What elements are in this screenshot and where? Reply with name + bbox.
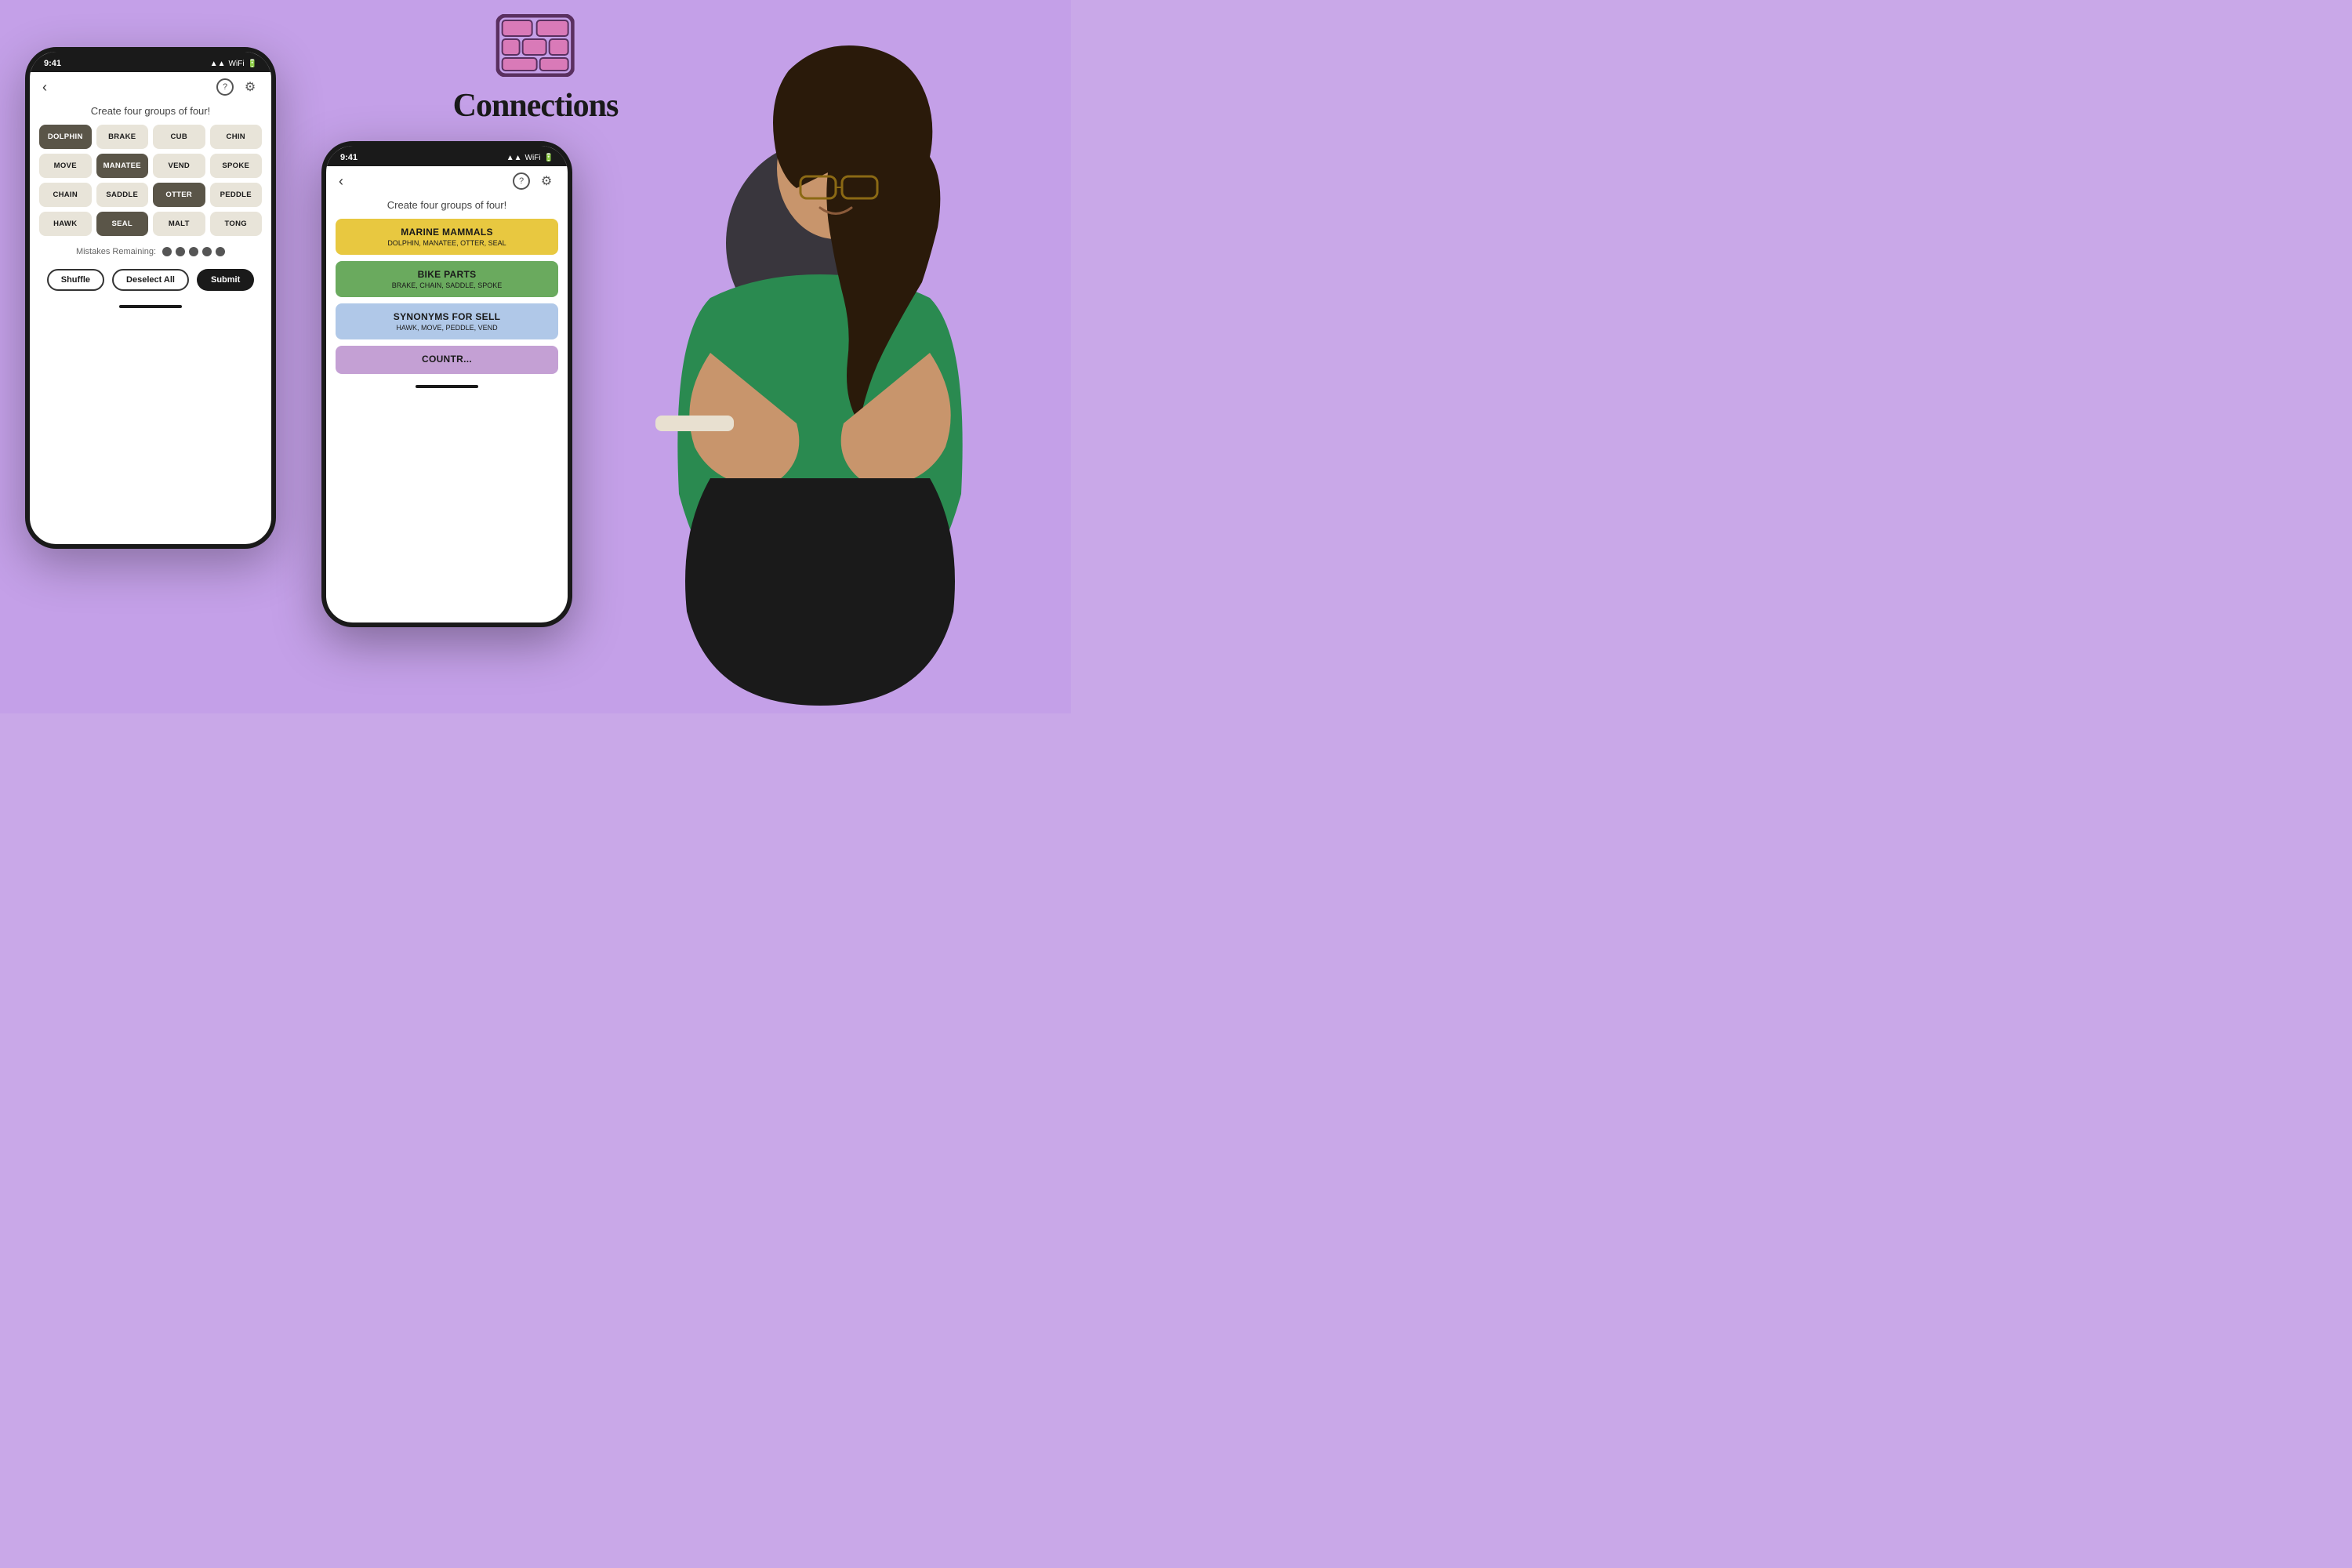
shuffle-button[interactable]: Shuffle	[47, 269, 104, 291]
help-icon-left[interactable]: ?	[216, 78, 234, 96]
person-area	[522, 0, 1071, 713]
back-button-center[interactable]: ‹	[339, 173, 343, 190]
submit-button[interactable]: Submit	[197, 269, 254, 291]
back-button-left[interactable]: ‹	[42, 79, 47, 96]
tile-otter[interactable]: OTTER	[153, 183, 205, 207]
word-grid-left: DOLPHIN BRAKE CUB CHIN MOVE MANATEE VEND…	[30, 125, 271, 236]
tile-spoke[interactable]: SPOKE	[210, 154, 263, 178]
tile-cub[interactable]: CUB	[153, 125, 205, 149]
mistakes-label: Mistakes Remaining:	[76, 247, 156, 256]
tile-manatee[interactable]: MANATEE	[96, 154, 149, 178]
category-bike-title: BIKE PARTS	[347, 269, 547, 280]
dot-3	[189, 247, 198, 256]
tile-chain[interactable]: CHAIN	[39, 183, 92, 207]
status-time-center: 9:41	[340, 153, 358, 162]
category-purple-title: COUNTR...	[347, 354, 547, 365]
phone-left-notch: 9:41 ▲▲ WiFi 🔋	[30, 52, 271, 72]
tile-move[interactable]: MOVE	[39, 154, 92, 178]
home-bar-left	[119, 305, 182, 308]
header-icons-left: ? ⚙	[216, 78, 259, 96]
tile-hawk[interactable]: HAWK	[39, 212, 92, 236]
tile-vend[interactable]: VEND	[153, 154, 205, 178]
phone-left-header: ‹ ? ⚙	[30, 72, 271, 102]
home-bar-center	[416, 385, 478, 388]
tile-tong[interactable]: TONG	[210, 212, 263, 236]
category-synonyms-words: HAWK, MOVE, PEDDLE, VEND	[347, 324, 547, 332]
category-bike-words: BRAKE, CHAIN, SADDLE, SPOKE	[347, 281, 547, 289]
person-image	[554, 24, 1071, 706]
dot-2	[176, 247, 185, 256]
tile-chin[interactable]: CHIN	[210, 125, 263, 149]
subtitle-left: Create four groups of four!	[30, 102, 271, 125]
dots-row	[162, 247, 225, 256]
mistakes-area: Mistakes Remaining:	[30, 236, 271, 263]
dot-4	[202, 247, 212, 256]
category-marine-title: MARINE MAMMALS	[347, 227, 547, 238]
tile-malt[interactable]: MALT	[153, 212, 205, 236]
gear-icon-left[interactable]: ⚙	[241, 78, 259, 96]
tile-peddle[interactable]: PEDDLE	[210, 183, 263, 207]
phone-left-footer: Shuffle Deselect All Submit	[30, 263, 271, 300]
phone-left: 9:41 ▲▲ WiFi 🔋 ‹ ? ⚙ Create four groups …	[25, 47, 276, 549]
status-time-left: 9:41	[44, 59, 61, 68]
tile-seal[interactable]: SEAL	[96, 212, 149, 236]
tile-saddle[interactable]: SADDLE	[96, 183, 149, 207]
category-marine-words: DOLPHIN, MANATEE, OTTER, SEAL	[347, 239, 547, 247]
tile-brake[interactable]: BRAKE	[96, 125, 149, 149]
deselect-button[interactable]: Deselect All	[112, 269, 189, 291]
status-icons-left: ▲▲ WiFi 🔋	[210, 60, 257, 68]
dot-5	[216, 247, 225, 256]
dot-1	[162, 247, 172, 256]
category-synonyms-title: SYNONYMS FOR SELL	[347, 311, 547, 322]
tile-dolphin[interactable]: DOLPHIN	[39, 125, 92, 149]
